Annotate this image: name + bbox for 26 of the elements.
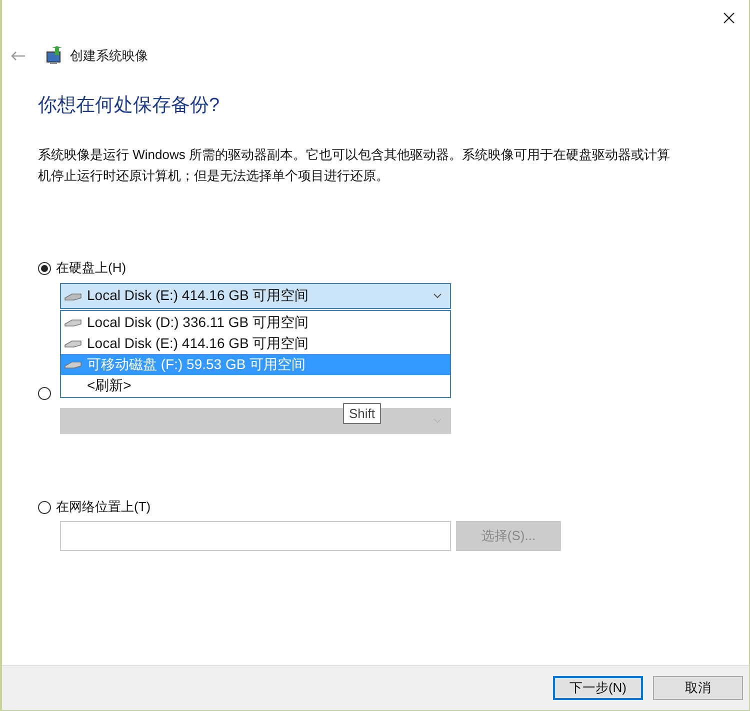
dropdown-value: Local Disk (E:) 414.16 GB 可用空间 xyxy=(87,287,310,305)
radio-button[interactable] xyxy=(38,500,51,514)
dropdown-item[interactable]: <刷新> xyxy=(61,375,450,396)
dropdown-item[interactable]: Local Disk (E:) 414.16 GB 可用空间 xyxy=(61,333,450,354)
close-icon xyxy=(723,12,735,24)
page-heading: 你想在何处保存备份? xyxy=(38,94,221,118)
dropdown-item[interactable]: Local Disk (D:) 336.11 GB 可用空间 xyxy=(61,312,450,333)
window-title: 创建系统映像 xyxy=(70,47,148,65)
drive-dropdown[interactable]: Local Disk (E:) 414.16 GB 可用空间 xyxy=(60,283,451,309)
network-path-field[interactable] xyxy=(60,521,451,551)
drive-icon xyxy=(64,339,82,348)
back-arrow-icon xyxy=(10,51,26,61)
radio-button[interactable] xyxy=(38,262,51,274)
dialog-button[interactable]: 取消 xyxy=(653,676,743,700)
tooltip: Shift xyxy=(343,403,382,424)
dialog-button[interactable]: 下一步(N) xyxy=(553,676,643,700)
radio-button[interactable] xyxy=(38,386,51,400)
close-button[interactable] xyxy=(721,10,737,26)
radio-label[interactable]: 在网络位置上(T) xyxy=(56,498,151,516)
drive-icon xyxy=(64,360,82,369)
description-text: 系统映像是运行 Windows 所需的驱动器副本。它也可以包含其他驱动器。系统映像可用于在硬盘驱动器或计算机停止运行时还原计算机；但是无法选择单个项目进行还原。 xyxy=(38,146,671,185)
drive-icon xyxy=(64,318,82,327)
computer-backup-icon xyxy=(46,46,64,66)
chevron-down-icon xyxy=(433,293,442,299)
drive-icon xyxy=(64,292,82,300)
radio-label[interactable]: 在硬盘上(H) xyxy=(56,259,126,277)
